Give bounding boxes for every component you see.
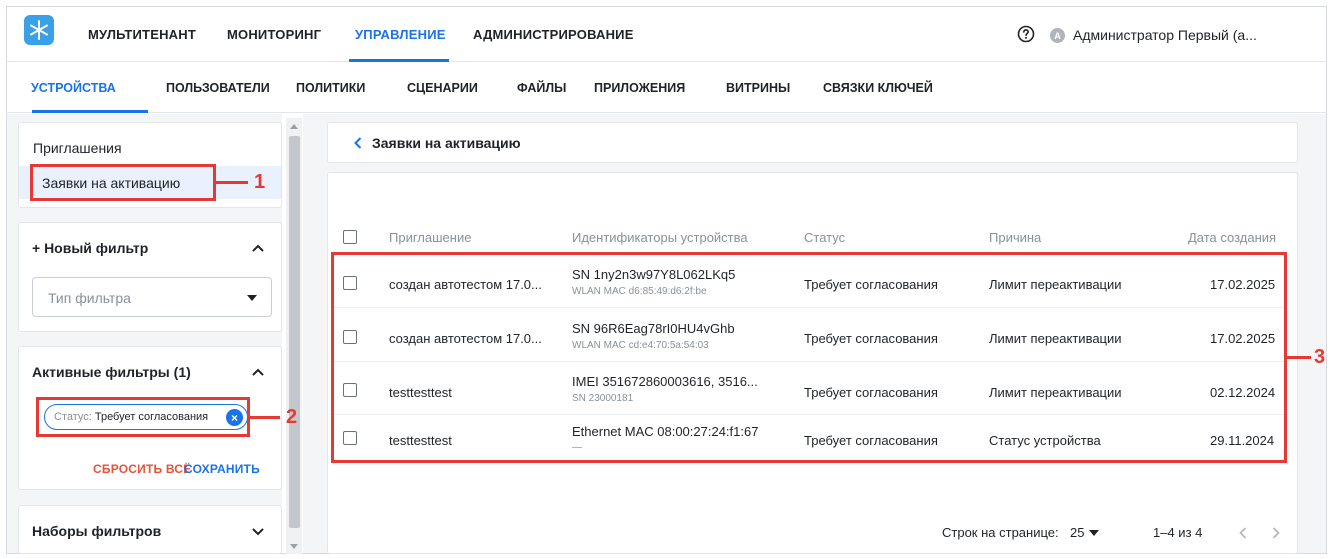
next-page-icon[interactable] [1272, 527, 1280, 539]
app-logo-icon[interactable] [24, 15, 54, 45]
tab-files[interactable]: ФАЙЛЫ [517, 81, 566, 95]
page-title[interactable]: Заявки на активацию [372, 135, 521, 151]
top-nav: МУЛЬТИТЕНАНТ МОНИТОРИНГ УПРАВЛЕНИЕ АДМИН… [6, 6, 1327, 62]
sub-nav: УСТРОЙСТВА ПОЛЬЗОВАТЕЛИ ПОЛИТИКИ СЦЕНАРИ… [6, 63, 1327, 113]
save-filters-button[interactable]: СОХРАНИТЬ [184, 462, 260, 476]
nav-management[interactable]: УПРАВЛЕНИЕ [355, 27, 446, 42]
select-all-checkbox[interactable] [343, 230, 357, 244]
annotation-number-3: 3 [1314, 346, 1326, 368]
chevron-down-icon[interactable] [251, 527, 265, 537]
chevron-up-icon[interactable] [251, 367, 265, 377]
sidebar-item-invitations[interactable]: Приглашения [33, 140, 122, 156]
filter-type-select[interactable]: Тип фильтра [32, 277, 272, 317]
annotation-box-1 [30, 164, 216, 201]
active-filters-title: Активные фильтры (1) [32, 364, 191, 380]
avatar[interactable]: A [1050, 28, 1065, 43]
scrollbar-thumb[interactable] [289, 136, 300, 528]
column-header-date[interactable]: Дата создания [1188, 230, 1276, 245]
tab-devices[interactable]: УСТРОЙСТВА [31, 81, 116, 95]
nav-multitenant[interactable]: МУЛЬТИТЕНАНТ [88, 27, 196, 42]
caret-down-icon [247, 295, 257, 301]
help-icon[interactable] [1017, 25, 1035, 43]
pagination-range: 1–4 из 4 [1153, 525, 1203, 540]
nav-administration[interactable]: АДМИНИСТРИРОВАНИЕ [473, 27, 634, 42]
tab-policies[interactable]: ПОЛИТИКИ [296, 81, 365, 95]
tab-keychains[interactable]: СВЯЗКИ КЛЮЧЕЙ [823, 81, 933, 95]
tab-showcases[interactable]: ВИТРИНЫ [726, 81, 790, 95]
filter-type-placeholder: Тип фильтра [48, 290, 131, 306]
prev-page-icon[interactable] [1239, 527, 1247, 539]
caret-down-icon[interactable] [1089, 530, 1099, 536]
scroll-down-icon[interactable] [290, 544, 298, 549]
tab-applications[interactable]: ПРИЛОЖЕНИЯ [594, 81, 685, 95]
back-arrow-icon[interactable] [354, 137, 362, 149]
annotation-box-2 [36, 397, 250, 437]
nav-monitoring[interactable]: МОНИТОРИНГ [227, 27, 321, 42]
column-header-status[interactable]: Статус [804, 230, 845, 245]
column-header-ids[interactable]: Идентификаторы устройства [572, 230, 748, 245]
filter-sets-title[interactable]: Наборы фильтров [32, 523, 161, 539]
column-header-invite[interactable]: Приглашение [389, 230, 471, 245]
annotation-line-3 [1287, 356, 1311, 359]
page-header: Заявки на активацию [327, 122, 1298, 163]
tab-users[interactable]: ПОЛЬЗОВАТЕЛИ [166, 81, 270, 95]
user-name[interactable]: Администратор Первый (а... [1073, 27, 1257, 43]
rows-per-page-label: Строк на странице: [942, 525, 1059, 540]
rows-per-page-select[interactable]: 25 [1070, 525, 1084, 540]
subnav-active-indicator [32, 110, 148, 113]
nav-active-indicator [349, 59, 449, 62]
new-filter-button[interactable]: + Новый фильтр [32, 240, 148, 256]
annotation-number-1: 1 [254, 171, 266, 193]
scroll-up-icon[interactable] [290, 124, 298, 129]
tab-scenarios[interactable]: СЦЕНАРИИ [407, 81, 478, 95]
annotation-number-2: 2 [286, 406, 298, 428]
chevron-up-icon[interactable] [251, 243, 265, 253]
annotation-box-3 [331, 252, 1287, 463]
column-header-reason[interactable]: Причина [989, 230, 1041, 245]
annotation-line-2 [250, 416, 280, 419]
annotation-line-1 [216, 181, 248, 184]
reset-all-button[interactable]: СБРОСИТЬ ВСЁ [93, 462, 191, 476]
